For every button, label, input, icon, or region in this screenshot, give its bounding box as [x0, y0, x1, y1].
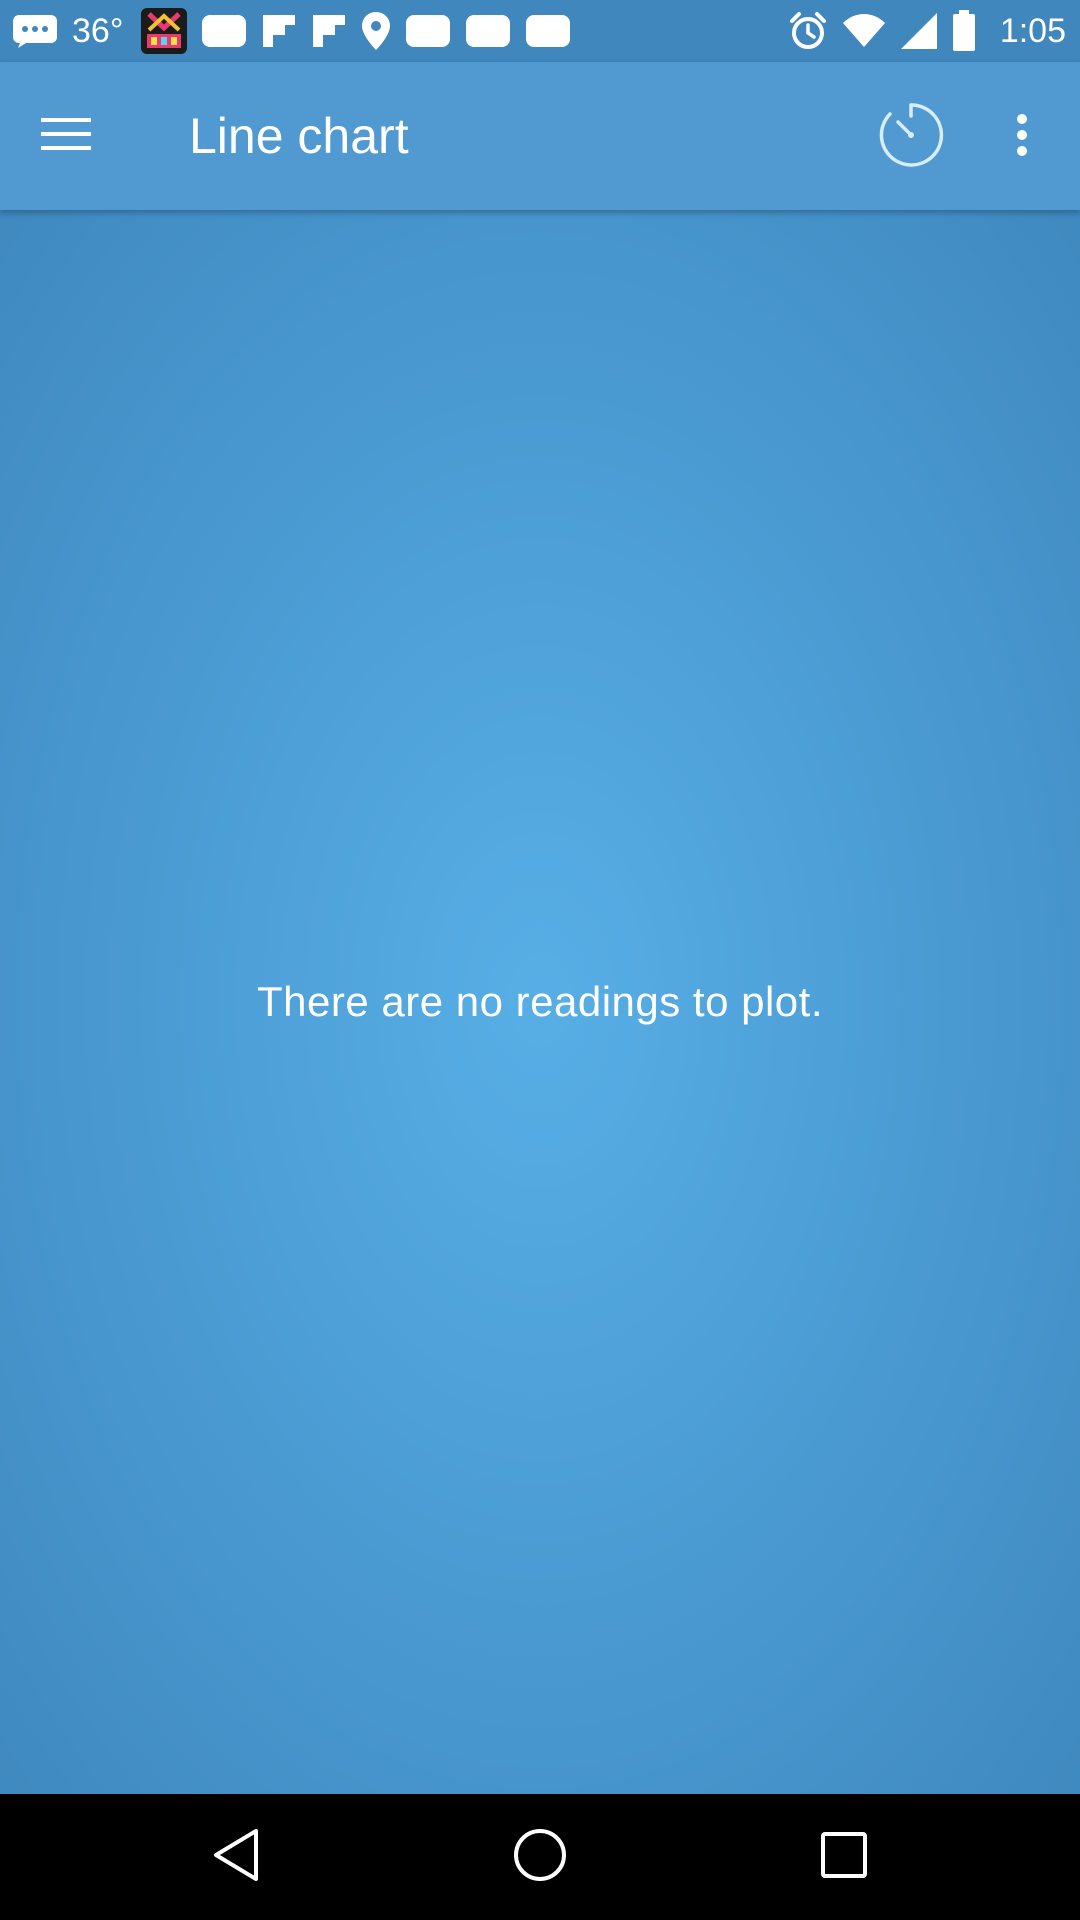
page-title: Line chart [189, 108, 409, 164]
more-vertical-icon [1016, 113, 1028, 162]
navigation-bar [0, 1794, 1080, 1920]
menu-button[interactable] [36, 106, 96, 166]
app-bar: Line chart [0, 62, 1080, 210]
back-triangle-icon [210, 1827, 262, 1888]
flipboard-icon [311, 13, 347, 49]
timer-icon [878, 102, 944, 173]
flipboard-icon [261, 13, 297, 49]
notification-icon [525, 14, 571, 48]
home-circle-icon [512, 1827, 568, 1888]
status-left: 36° [0, 0, 585, 62]
notification-icon [465, 14, 511, 48]
recents-button[interactable] [814, 1827, 874, 1887]
timer-button[interactable] [876, 102, 946, 172]
home-button[interactable] [510, 1827, 570, 1887]
wifi-icon [842, 13, 886, 49]
battery-icon [952, 10, 976, 52]
temperature-text: 36° [72, 11, 124, 50]
hamburger-menu-icon [41, 116, 91, 157]
recents-square-icon [820, 1831, 868, 1884]
location-icon [361, 11, 391, 51]
back-button[interactable] [206, 1827, 266, 1887]
empty-state-message: There are no readings to plot. [256, 978, 823, 1025]
status-right: 1:05 [788, 0, 1080, 62]
screen: 36° 1:05 Line chart There are no reading… [0, 0, 1080, 1920]
notification-icon [405, 14, 451, 48]
signal-icon [900, 12, 938, 50]
kpop-app-icon [141, 8, 188, 54]
status-bar: 36° 1:05 [0, 0, 1080, 62]
notification-icon [201, 14, 247, 48]
more-options-button[interactable] [1002, 102, 1042, 172]
alarm-icon [788, 11, 828, 51]
chart-area: There are no readings to plot. [0, 210, 1080, 1794]
clock-time: 1:05 [999, 11, 1066, 50]
message-icon [12, 14, 58, 48]
